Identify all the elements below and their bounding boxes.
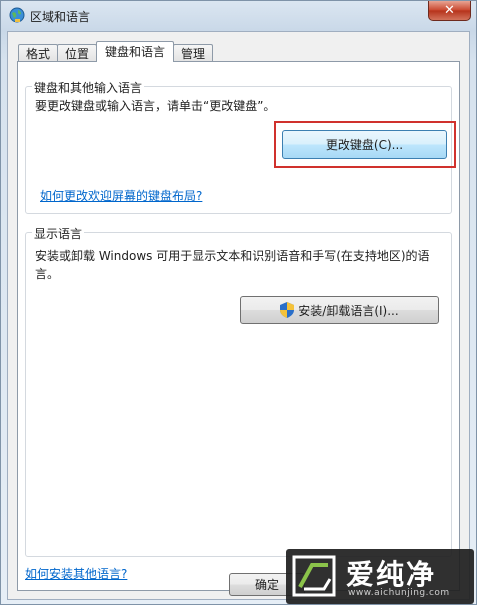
install-other-languages-link[interactable]: 如何安装其他语言? [25, 565, 127, 582]
tab-administrative[interactable]: 管理 [173, 44, 214, 62]
display-language-description-1: 安装或卸载 Windows 可用于显示文本和识别语音和手写(在支持地区)的语 [35, 249, 430, 263]
welcome-screen-keyboard-link[interactable]: 如何更改欢迎屏幕的键盘布局? [40, 187, 202, 204]
watermark-url: www.aichunjing.com [348, 588, 450, 598]
keyboards-group: 键盘和其他输入语言 要更改键盘或输入语言，请单击“更改键盘”。 更改键盘(C).… [25, 79, 456, 214]
globe-icon [9, 7, 25, 23]
watermark-brand: 爱纯净 [346, 558, 437, 591]
tab-panel: 键盘和其他输入语言 要更改键盘或输入语言，请单击“更改键盘”。 更改键盘(C).… [17, 61, 460, 591]
watermark: 爱纯净 www.aichunjing.com [286, 549, 474, 604]
dialog-client: 格式 位置 键盘和语言 管理 键盘和其他输入语言 要更改键盘或输入语言，请单击“… [7, 31, 470, 600]
change-keyboards-button[interactable]: 更改键盘(C)... [282, 130, 447, 159]
install-uninstall-languages-button[interactable]: 安装/卸载语言(I)... [240, 296, 439, 324]
dialog-window: 区域和语言 ✕ 格式 位置 键盘和语言 管理 键盘和其他输入语言 要更改键盘或输… [0, 0, 477, 605]
tab-location[interactable]: 位置 [57, 44, 98, 62]
tab-keyboards-and-languages[interactable]: 键盘和语言 [96, 41, 175, 62]
keyboards-instruction: 要更改键盘或输入语言，请单击“更改键盘”。 [35, 99, 276, 113]
tab-formats[interactable]: 格式 [18, 44, 59, 62]
close-icon: ✕ [444, 3, 455, 18]
window-title: 区域和语言 [30, 10, 91, 24]
display-language-group-label: 显示语言 [32, 225, 85, 242]
title-bar[interactable]: 区域和语言 ✕ [1, 1, 476, 31]
watermark-logo-icon [292, 555, 336, 597]
install-uninstall-languages-label: 安装/卸载语言(I)... [298, 303, 399, 318]
tab-strip: 格式 位置 键盘和语言 管理 [18, 40, 214, 62]
close-button[interactable]: ✕ [428, 1, 471, 21]
display-language-group: 显示语言 安装或卸载 Windows 可用于显示文本和识别语音和手写(在支持地区… [25, 225, 452, 557]
display-language-description-2: 言。 [35, 267, 60, 281]
uac-shield-icon [280, 302, 295, 318]
keyboards-group-label: 键盘和其他输入语言 [32, 79, 145, 96]
